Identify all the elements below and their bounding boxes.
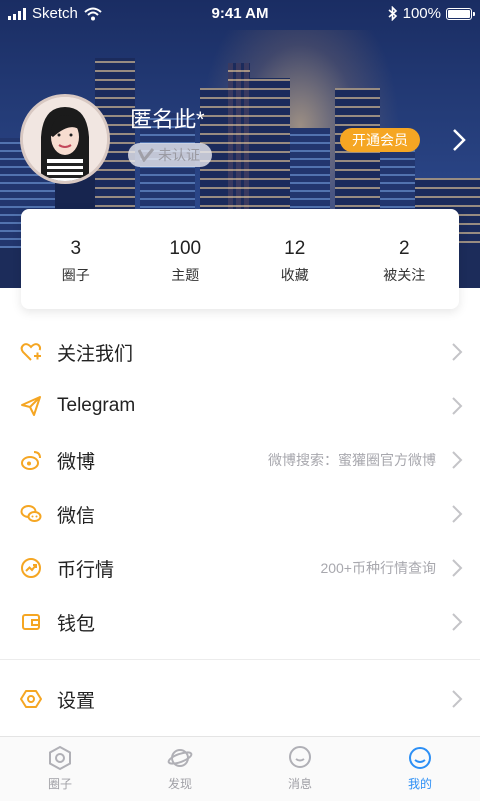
stat-followers[interactable]: 2 被关注 — [350, 209, 460, 309]
menu-item-follow-us[interactable]: 关注我们 — [0, 325, 480, 379]
chevron-right-icon — [452, 613, 463, 631]
menu-list: 关注我们 Telegram 微博 微博搜索：蜜獾圈官方微博 微信 币行情 200… — [0, 325, 480, 649]
stat-favorites[interactable]: 12 收藏 — [240, 209, 350, 309]
paper-plane-icon — [20, 395, 42, 417]
v-check-icon — [138, 148, 154, 162]
hexagon-icon — [49, 745, 71, 771]
stat-topics[interactable]: 100 主题 — [131, 209, 241, 309]
stat-label: 收藏 — [280, 267, 309, 283]
wechat-icon — [20, 503, 42, 525]
stat-label: 主题 — [171, 267, 200, 283]
menu-item-hint: 微博搜索：蜜獾圈官方微博 — [268, 452, 436, 468]
tab-label: 我的 — [407, 777, 432, 791]
stat-circles[interactable]: 3 圈子 — [21, 209, 131, 309]
weibo-icon — [20, 449, 42, 471]
stat-value: 12 — [284, 238, 306, 259]
verify-label: 未认证 — [158, 147, 200, 163]
menu-item-label: 钱包 — [57, 613, 96, 635]
menu-item-label: 设置 — [57, 690, 96, 712]
stat-label: 圈子 — [61, 267, 90, 283]
chevron-right-icon — [452, 451, 463, 469]
menu-item-label: 关注我们 — [57, 343, 134, 365]
menu-item-wallet[interactable]: 钱包 — [0, 595, 480, 649]
menu-item-settings[interactable]: 设置 — [0, 672, 480, 726]
chevron-right-icon — [452, 505, 463, 523]
battery-percent: 100% — [402, 5, 441, 22]
stat-value: 2 — [398, 238, 410, 259]
section-divider — [0, 659, 480, 660]
menu-item-weibo[interactable]: 微博 微博搜索：蜜獾圈官方微博 — [0, 433, 480, 487]
tab-label: 圈子 — [47, 777, 72, 791]
verify-status-badge[interactable]: 未认证 — [128, 143, 212, 167]
menu-item-label: Telegram — [57, 395, 136, 416]
chevron-right-icon — [452, 690, 463, 708]
chevron-right-icon[interactable] — [450, 126, 468, 154]
stats-card: 3 圈子 100 主题 12 收藏 2 被关注 — [21, 209, 459, 309]
menu-item-wechat[interactable]: 微信 — [0, 487, 480, 541]
stat-label: 被关注 — [383, 267, 426, 283]
vip-button[interactable]: 开通会员 — [340, 128, 420, 152]
settings-hexagon-icon — [20, 688, 42, 710]
planet-icon — [167, 749, 193, 767]
bottom-tab-bar: 圈子 发现 消息 我的 — [0, 736, 480, 801]
menu-item-hint: 200+币种行情查询 — [320, 560, 436, 576]
bluetooth-icon — [388, 6, 397, 21]
tab-discover[interactable]: 发现 — [120, 737, 240, 801]
tab-label: 消息 — [287, 777, 312, 791]
trend-icon — [20, 557, 42, 579]
menu-item-label: 币行情 — [57, 559, 115, 581]
profile-smile-icon — [409, 747, 431, 769]
chevron-right-icon — [452, 397, 463, 415]
menu-item-label: 微博 — [57, 451, 96, 473]
menu-item-coin-market[interactable]: 币行情 200+币种行情查询 — [0, 541, 480, 595]
tab-label: 发现 — [167, 777, 192, 791]
menu-item-label: 微信 — [57, 505, 96, 527]
tab-messages[interactable]: 消息 — [240, 737, 360, 801]
stat-value: 3 — [70, 238, 82, 259]
tab-circles[interactable]: 圈子 — [0, 737, 120, 801]
message-icon — [289, 746, 311, 768]
avatar[interactable] — [20, 94, 110, 184]
battery-icon — [446, 7, 475, 20]
tab-me[interactable]: 我的 — [360, 737, 480, 801]
status-bar: Sketch 9:41 AM 100% — [0, 0, 480, 28]
chevron-right-icon — [452, 559, 463, 577]
chevron-right-icon — [452, 343, 463, 361]
menu-item-telegram[interactable]: Telegram — [0, 379, 480, 433]
stat-value: 100 — [169, 238, 202, 259]
wallet-icon — [20, 611, 42, 633]
heart-plus-icon — [20, 341, 42, 363]
username: 匿名此* — [130, 107, 205, 132]
